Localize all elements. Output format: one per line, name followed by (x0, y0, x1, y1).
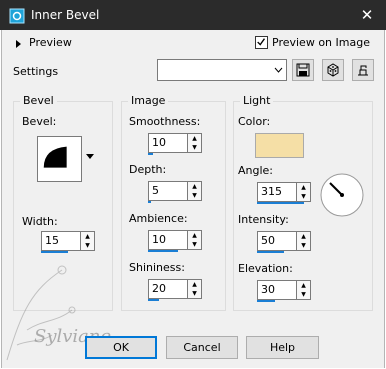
dialog-body: Preview Preview on Image Settings Bevel … (1, 30, 385, 368)
spin-arrows[interactable]: ▲ ▼ (188, 133, 202, 153)
light-color-swatch[interactable] (255, 133, 304, 158)
spin-down-icon[interactable]: ▼ (297, 290, 310, 299)
preview-on-image-label: Preview on Image (272, 36, 370, 49)
angle-level-bar (257, 202, 304, 204)
width-label: Width: (22, 215, 58, 228)
expand-arrow-icon[interactable] (15, 39, 23, 49)
chevron-down-icon (86, 154, 94, 159)
settings-label: Settings (13, 65, 59, 78)
depth-input[interactable]: 5 (148, 181, 188, 201)
spin-up-icon[interactable]: ▲ (188, 280, 201, 289)
spin-down-icon[interactable]: ▼ (297, 241, 310, 250)
spin-up-icon[interactable]: ▲ (81, 232, 94, 241)
window-title: Inner Bevel (31, 8, 100, 22)
ambience-input[interactable]: 10 (148, 230, 188, 250)
elevation-input[interactable]: 30 (257, 280, 297, 300)
checkmark-icon (257, 38, 266, 46)
angle-label: Angle: (238, 164, 274, 177)
light-group: Light Color: Angle: 315 ▲ ▼ Intensity: 50… (233, 94, 373, 311)
depth-level-bar (148, 201, 151, 203)
preview-toggle[interactable]: Preview (29, 36, 72, 49)
smoothness-spinner[interactable]: 10 ▲ ▼ (148, 133, 204, 155)
spin-arrows[interactable]: ▲ ▼ (188, 279, 202, 299)
spin-up-icon[interactable]: ▲ (188, 182, 201, 191)
spin-up-icon[interactable]: ▲ (188, 134, 201, 143)
spin-arrows[interactable]: ▲ ▼ (297, 231, 311, 251)
help-button[interactable]: Help (246, 336, 319, 359)
app-icon (9, 8, 25, 24)
angle-spinner[interactable]: 315 ▲ ▼ (257, 182, 313, 204)
settings-combo[interactable] (157, 59, 287, 81)
save-icon (296, 63, 310, 77)
intensity-label: Intensity: (238, 213, 289, 226)
spin-up-icon[interactable]: ▲ (297, 183, 310, 192)
spin-up-icon[interactable]: ▲ (188, 231, 201, 240)
save-preset-button[interactable] (292, 59, 314, 81)
spin-down-icon[interactable]: ▼ (188, 289, 201, 298)
elevation-level-bar (257, 300, 275, 302)
close-button[interactable]: ✕ (348, 0, 386, 30)
spin-down-icon[interactable]: ▼ (297, 192, 310, 201)
spin-down-icon[interactable]: ▼ (81, 241, 94, 250)
intensity-input[interactable]: 50 (257, 231, 297, 251)
title-bar: Inner Bevel ✕ (0, 0, 386, 30)
light-group-title: Light (240, 94, 274, 107)
spin-down-icon[interactable]: ▼ (188, 240, 201, 249)
ok-button[interactable]: OK (85, 336, 157, 359)
shininess-input[interactable]: 20 (148, 279, 188, 299)
spin-down-icon[interactable]: ▼ (188, 143, 201, 152)
elevation-spinner[interactable]: 30 ▲ ▼ (257, 280, 313, 302)
shininess-level-bar (148, 299, 159, 301)
bevel-label: Bevel: (22, 115, 57, 128)
smoothness-input[interactable]: 10 (148, 133, 188, 153)
spin-up-icon[interactable]: ▲ (297, 281, 310, 290)
image-group: Image Smoothness: 10 ▲ ▼ Depth: 5 ▲ ▼ Ambi… (121, 94, 226, 311)
spin-arrows[interactable]: ▲ ▼ (81, 231, 95, 251)
image-group-title: Image (128, 94, 169, 107)
spin-arrows[interactable]: ▲ ▼ (188, 181, 202, 201)
angle-input[interactable]: 315 (257, 182, 297, 202)
bevel-group-title: Bevel (20, 94, 57, 107)
bevel-shape-icon (43, 146, 67, 168)
randomize-button[interactable] (322, 59, 344, 81)
chevron-down-icon (274, 67, 283, 73)
ambience-level-bar (148, 250, 178, 252)
smoothness-level-bar (148, 153, 153, 155)
spin-up-icon[interactable]: ▲ (297, 232, 310, 241)
intensity-level-bar (257, 251, 284, 253)
ambience-label: Ambience: (129, 212, 188, 225)
ambience-spinner[interactable]: 10 ▲ ▼ (148, 230, 204, 252)
shininess-label: Shininess: (129, 261, 185, 274)
depth-label: Depth: (129, 163, 167, 176)
angle-dial[interactable] (319, 172, 365, 218)
spin-arrows[interactable]: ▲ ▼ (297, 280, 311, 300)
elevation-label: Elevation: (238, 262, 293, 275)
reset-icon (358, 65, 368, 76)
intensity-spinner[interactable]: 50 ▲ ▼ (257, 231, 313, 253)
width-input[interactable]: 15 (41, 231, 81, 251)
spin-arrows[interactable]: ▲ ▼ (188, 230, 202, 250)
reset-button[interactable] (352, 59, 374, 81)
depth-spinner[interactable]: 5 ▲ ▼ (148, 181, 204, 203)
dice-icon (327, 63, 339, 77)
bevel-shape-picker[interactable] (37, 136, 97, 182)
smoothness-label: Smoothness: (129, 115, 201, 128)
bevel-shape-preview (37, 136, 82, 182)
spin-down-icon[interactable]: ▼ (188, 191, 201, 200)
spin-arrows[interactable]: ▲ ▼ (297, 182, 311, 202)
preview-on-image-checkbox[interactable] (255, 36, 268, 49)
color-label: Color: (238, 115, 271, 128)
cancel-button[interactable]: Cancel (166, 336, 238, 359)
shininess-spinner[interactable]: 20 ▲ ▼ (148, 279, 204, 301)
